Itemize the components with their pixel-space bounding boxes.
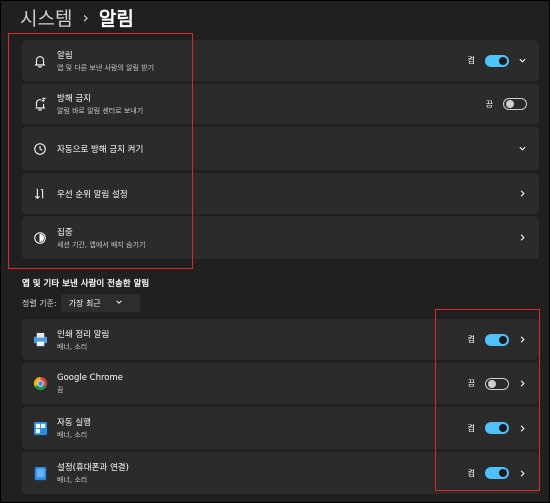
chrome-app-icon [32, 376, 48, 392]
toggle-state-label: 끔 [467, 379, 475, 388]
sort-value: 가장 최근 [68, 298, 101, 308]
autoplay-app-icon [32, 420, 48, 436]
app-toggle[interactable] [485, 377, 509, 390]
toggle-state-label: 켬 [467, 468, 475, 478]
printer-app-icon [32, 332, 48, 348]
chevron-right-icon[interactable] [517, 423, 527, 433]
app-toggle[interactable] [485, 422, 509, 434]
setting-do-not-disturb[interactable]: 방해 금지 알림 바로 알림 센터로 보내기 끔 [22, 84, 539, 124]
setting-subtitle: 알림 바로 알림 센터로 보내기 [57, 107, 144, 115]
toggle-state-label: 켬 [467, 56, 475, 65]
sort-label: 정렬 기준: [22, 298, 57, 308]
clock-icon [32, 141, 48, 157]
app-subtitle: 배너, 소리 [57, 342, 88, 351]
bell-icon [32, 53, 48, 69]
setting-focus[interactable]: 집중 세션 기간, 앱에서 배지 숨기기 [22, 216, 539, 259]
app-title: 설정(휴대폰과 연결) [57, 463, 129, 473]
breadcrumb: 시스템 › 알림 [20, 4, 134, 30]
toggle-state-label: 켬 [467, 335, 475, 344]
toggle-state-label: 켬 [467, 423, 475, 433]
breadcrumb-parent[interactable]: 시스템 [20, 4, 72, 31]
app-title: 자동 실행 [57, 418, 91, 428]
app-subtitle: 배너, 소리 [57, 431, 88, 439]
notifications-toggle[interactable] [485, 54, 509, 67]
setting-subtitle: 세션 기간, 앱에서 배지 숨기기 [57, 240, 146, 249]
priority-sort-icon [32, 186, 48, 202]
app-item-settings-phone-link[interactable]: 설정(휴대폰과 연결) 배너, 소리 켬 [22, 452, 539, 494]
setting-subtitle: 앱 및 다른 보낸 사람의 알림 받기 [57, 63, 155, 72]
app-item-print-cleanup[interactable]: 인쇄 정리 알림 배너, 소리 켬 [22, 319, 539, 360]
app-toggle[interactable] [485, 467, 509, 479]
bell-snooze-icon [32, 96, 48, 112]
app-title: 인쇄 정리 알림 [57, 329, 110, 340]
setting-notifications[interactable]: 알림 앱 및 다른 보낸 사람의 알림 받기 켬 [22, 40, 539, 81]
focus-icon [32, 230, 48, 246]
setting-priority-notifications[interactable]: 우선 순위 알림 설정 [22, 173, 539, 214]
app-title: Google Chrome [57, 372, 124, 383]
chevron-right-icon[interactable] [517, 233, 527, 243]
page-title: 알림 [98, 7, 134, 30]
app-toggle[interactable] [485, 333, 509, 346]
app-subtitle: 끔 [57, 385, 64, 394]
chevron-down-icon [115, 298, 123, 308]
app-item-autoplay[interactable]: 자동 실행 배너, 소리 켬 [22, 407, 539, 449]
chevron-right-icon[interactable] [517, 468, 527, 478]
toggle-state-label: 끔 [485, 99, 493, 109]
setting-title: 우선 순위 알림 설정 [57, 189, 128, 200]
chevron-right-icon[interactable] [517, 379, 527, 389]
app-subtitle: 배너, 소리 [57, 476, 88, 484]
setting-auto-do-not-disturb[interactable]: 자동으로 방해 금지 켜기 [22, 127, 539, 170]
chevron-right-icon[interactable] [517, 335, 527, 345]
setting-title: 자동으로 방해 금지 켜기 [57, 144, 144, 155]
setting-title: 알림 [57, 50, 73, 61]
do-not-disturb-toggle[interactable] [503, 98, 527, 110]
setting-title: 방해 금지 [57, 94, 91, 104]
chevron-right-icon[interactable] [517, 189, 527, 199]
settings-phone-app-icon [32, 465, 48, 481]
setting-title: 집중 [57, 227, 73, 238]
apps-section-title: 앱 및 기타 보낸 사람이 전송한 알림 [22, 279, 150, 289]
chevron-down-icon[interactable] [517, 144, 527, 154]
sort-row: 정렬 기준: 가장 최근 [22, 294, 140, 312]
chevron-down-icon[interactable] [517, 56, 527, 66]
app-item-google-chrome[interactable]: Google Chrome 끔 끔 [22, 363, 539, 404]
breadcrumb-separator: › [82, 7, 89, 27]
sort-dropdown[interactable]: 가장 최근 [60, 294, 140, 312]
